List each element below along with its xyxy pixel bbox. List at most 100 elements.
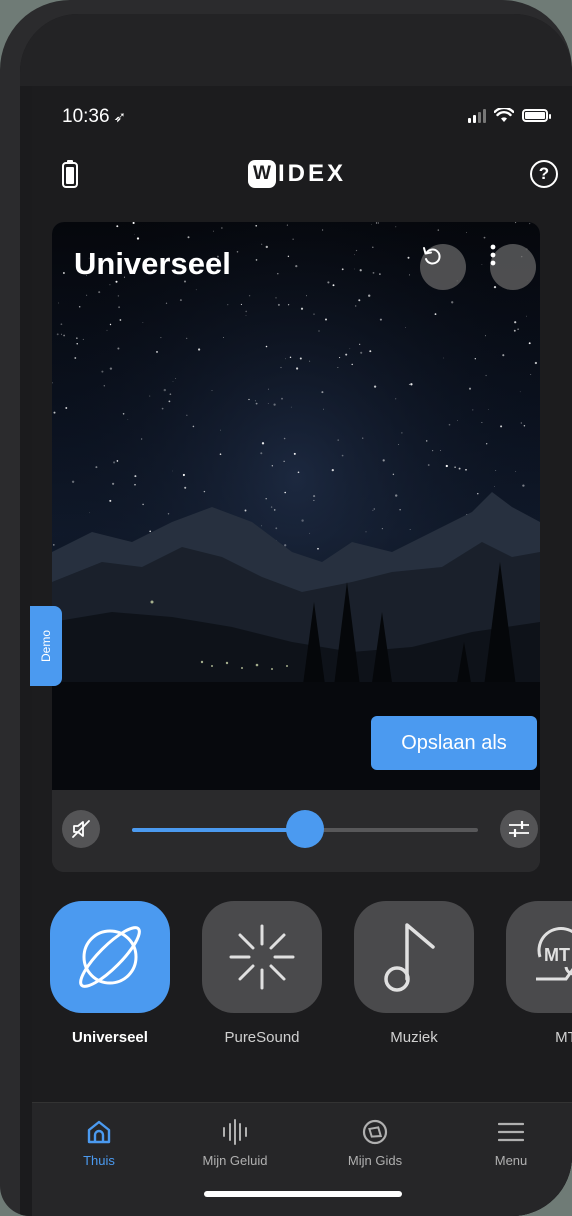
- star: [299, 357, 302, 360]
- tab-mijn-geluid[interactable]: Mijn Geluid: [180, 1115, 290, 1168]
- location-arrow-icon: ➶: [113, 109, 127, 126]
- reset-button[interactable]: [420, 244, 466, 290]
- star: [182, 473, 185, 477]
- star: [287, 255, 290, 258]
- star: [529, 223, 531, 225]
- home-indicator[interactable]: [204, 1191, 402, 1197]
- program-tile-universeel[interactable]: Universeel: [50, 901, 170, 1046]
- help-button[interactable]: ?: [530, 160, 558, 188]
- star: [513, 329, 516, 332]
- tile-label: Universeel: [72, 1029, 148, 1046]
- volume-slider-thumb[interactable]: [286, 810, 324, 848]
- star: [339, 357, 341, 359]
- sound-adjust-button[interactable]: [500, 810, 538, 848]
- star: [425, 440, 428, 442]
- star: [71, 480, 75, 483]
- star: [440, 450, 441, 451]
- tab-mijn-gids[interactable]: Mijn Gids: [320, 1115, 430, 1168]
- star: [358, 299, 361, 302]
- star: [317, 547, 319, 550]
- star: [65, 407, 68, 409]
- bottom-tab-bar: Thuis Mijn Geluid Mijn Gids Menu: [32, 1102, 572, 1216]
- star: [136, 237, 140, 240]
- star: [392, 473, 395, 476]
- star: [255, 259, 258, 261]
- star: [245, 315, 247, 316]
- status-time: 10:36 ➶: [62, 106, 126, 128]
- star: [331, 468, 334, 472]
- program-card: Universeel Opslaan als: [52, 222, 540, 872]
- wifi-icon: [494, 108, 514, 122]
- star: [398, 444, 400, 445]
- star: [212, 230, 214, 232]
- star: [466, 231, 467, 233]
- star: [472, 409, 474, 411]
- star: [362, 437, 364, 439]
- star: [56, 333, 59, 336]
- star: [378, 222, 379, 224]
- star: [197, 348, 201, 351]
- star: [287, 304, 290, 306]
- star: [309, 532, 311, 534]
- demo-tab[interactable]: Demo: [30, 606, 62, 686]
- notch-area: [20, 14, 572, 86]
- signal-icon: [468, 108, 486, 123]
- tab-thuis[interactable]: Thuis: [44, 1115, 154, 1168]
- star: [514, 321, 517, 324]
- star: [313, 495, 316, 498]
- star: [86, 294, 88, 296]
- star: [457, 419, 458, 421]
- program-tile-mt[interactable]: MT MT: [506, 901, 572, 1046]
- star: [187, 236, 190, 239]
- star: [244, 509, 247, 512]
- star: [184, 486, 187, 489]
- star: [248, 295, 251, 297]
- widex-logo: W IDEX: [248, 160, 346, 188]
- volume-slider-row: [52, 790, 540, 872]
- star: [437, 229, 440, 231]
- star: [369, 350, 372, 353]
- star: [481, 422, 483, 423]
- program-tile-muziek[interactable]: Muziek: [354, 901, 474, 1046]
- star: [156, 350, 158, 353]
- planet-icon: [79, 926, 141, 988]
- star: [443, 357, 445, 359]
- program-tile-puresound[interactable]: PureSound: [202, 901, 322, 1046]
- star: [341, 454, 344, 457]
- reset-icon: [423, 247, 441, 265]
- star: [132, 222, 135, 225]
- star: [360, 351, 363, 354]
- star: [141, 438, 143, 440]
- star: [89, 512, 91, 514]
- star: [451, 301, 454, 304]
- star: [283, 437, 286, 440]
- star: [283, 460, 285, 462]
- star: [327, 281, 330, 284]
- star: [368, 294, 371, 297]
- star: [493, 285, 497, 289]
- star: [481, 264, 483, 265]
- mute-button[interactable]: [62, 810, 100, 848]
- more-options-button[interactable]: [490, 244, 536, 290]
- star: [273, 509, 276, 511]
- star: [52, 544, 55, 546]
- star: [487, 409, 489, 410]
- star: [324, 318, 328, 321]
- star: [500, 425, 503, 428]
- tab-menu[interactable]: Menu: [456, 1115, 566, 1168]
- star: [528, 342, 531, 345]
- program-title: Universeel: [74, 246, 231, 281]
- star: [485, 374, 487, 377]
- status-time-label: 10:36: [62, 106, 110, 127]
- star: [483, 236, 486, 239]
- star: [192, 425, 195, 428]
- star: [275, 297, 277, 299]
- hearing-aid-battery-icon[interactable]: [62, 160, 78, 188]
- save-as-button[interactable]: Opslaan als: [371, 716, 537, 770]
- star: [520, 422, 522, 424]
- star: [321, 391, 324, 394]
- star: [427, 464, 430, 466]
- star: [122, 413, 125, 415]
- star: [127, 419, 129, 420]
- star: [109, 323, 112, 326]
